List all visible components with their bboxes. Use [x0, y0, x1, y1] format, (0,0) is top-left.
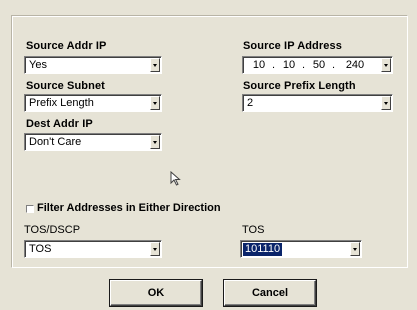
ip-octet-2[interactable]: 10 [277, 59, 301, 72]
ip-dot-separator: . [332, 59, 336, 71]
tos-select[interactable]: 101110 [240, 240, 362, 258]
mouse-pointer-icon [170, 171, 181, 186]
tos-dscp-value: TOS [29, 243, 52, 255]
ip-dot-separator: . [302, 59, 306, 71]
ip-dot-separator: . [272, 59, 276, 71]
source-addr-ip-select[interactable]: Yes [24, 56, 162, 74]
source-subnet-select[interactable]: Prefix Length [24, 94, 162, 112]
cancel-button[interactable]: Cancel [224, 280, 316, 306]
tos-dscp-label: TOS/DSCP [24, 224, 81, 236]
source-prefix-length-label: Source Prefix Length [243, 80, 356, 92]
dest-addr-ip-select[interactable]: Don't Care [24, 133, 162, 151]
tos-dscp-select[interactable]: TOS [24, 240, 162, 258]
chevron-down-icon[interactable] [150, 96, 160, 110]
chevron-down-icon[interactable] [150, 242, 160, 256]
source-subnet-value: Prefix Length [29, 97, 94, 109]
ip-octet-4[interactable]: 240 [343, 59, 367, 72]
ip-octet-1[interactable]: 10 [247, 59, 271, 72]
source-subnet-label: Source Subnet [26, 80, 105, 92]
ok-button[interactable]: OK [110, 280, 202, 306]
ip-octet-3[interactable]: 50 [307, 59, 331, 72]
source-addr-ip-label: Source Addr IP [26, 40, 107, 52]
source-ip-address-input[interactable]: 10 . 10 . 50 . 240 [242, 56, 393, 74]
dest-addr-ip-value: Don't Care [29, 136, 82, 148]
chevron-down-icon[interactable] [350, 242, 360, 256]
dest-addr-ip-label: Dest Addr IP [26, 118, 93, 130]
chevron-down-icon[interactable] [150, 58, 160, 72]
tos-value: 101110 [243, 243, 283, 256]
source-ip-address-label: Source IP Address [243, 40, 342, 52]
chevron-down-icon[interactable] [381, 96, 391, 110]
tos-label: TOS [242, 224, 265, 236]
filter-either-direction-label[interactable]: Filter Addresses in Either Direction [37, 202, 221, 215]
filter-either-direction-checkbox[interactable] [26, 205, 34, 213]
filter-dialog: Source Addr IP Yes Source IP Address 10 … [0, 0, 417, 310]
source-prefix-length-value: 2 [247, 97, 254, 109]
source-addr-ip-value: Yes [29, 59, 47, 71]
chevron-down-icon[interactable] [381, 58, 391, 72]
chevron-down-icon[interactable] [150, 135, 160, 149]
source-prefix-length-select[interactable]: 2 [242, 94, 393, 112]
